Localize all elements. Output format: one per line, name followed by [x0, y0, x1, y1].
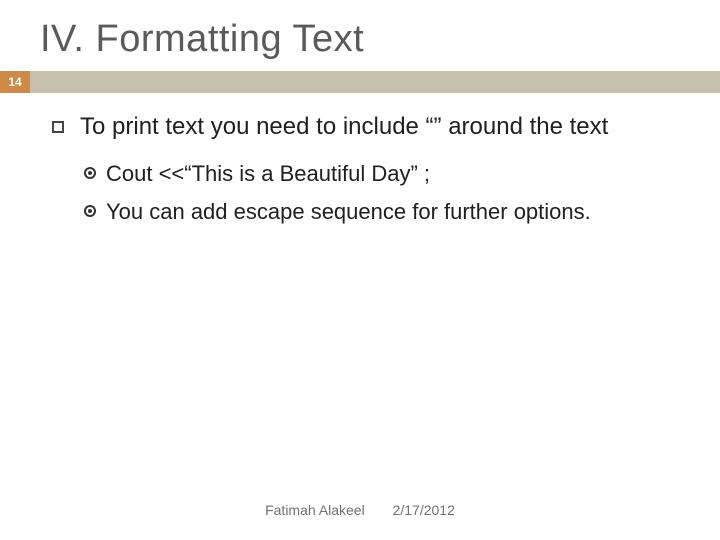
sub-bullet-text: You can add escape sequence for further … [106, 195, 591, 229]
circle-dot-icon [84, 167, 96, 179]
square-bullet-icon [52, 121, 64, 133]
sub-bullet: You can add escape sequence for further … [84, 195, 680, 229]
main-bullet: To print text you need to include “” aro… [52, 111, 680, 143]
footer-author: Fatimah Alakeel [265, 502, 365, 518]
sub-bullet-list: Cout <<“This is a Beautiful Day” ; You c… [52, 157, 680, 229]
main-bullet-text: To print text you need to include “” aro… [80, 111, 608, 143]
sub-bullet-text: Cout <<“This is a Beautiful Day” ; [106, 157, 430, 191]
slide: IV. Formatting Text 14 To print text you… [0, 0, 720, 540]
sub-bullet: Cout <<“This is a Beautiful Day” ; [84, 157, 680, 191]
footer-date: 2/17/2012 [393, 502, 455, 518]
page-number-badge: 14 [0, 71, 30, 93]
accent-bar-fill [30, 71, 720, 93]
footer: Fatimah Alakeel 2/17/2012 [0, 502, 720, 518]
slide-title: IV. Formatting Text [0, 0, 720, 71]
content-area: To print text you need to include “” aro… [0, 93, 720, 230]
accent-bar: 14 [0, 71, 720, 93]
circle-dot-icon [84, 205, 96, 217]
